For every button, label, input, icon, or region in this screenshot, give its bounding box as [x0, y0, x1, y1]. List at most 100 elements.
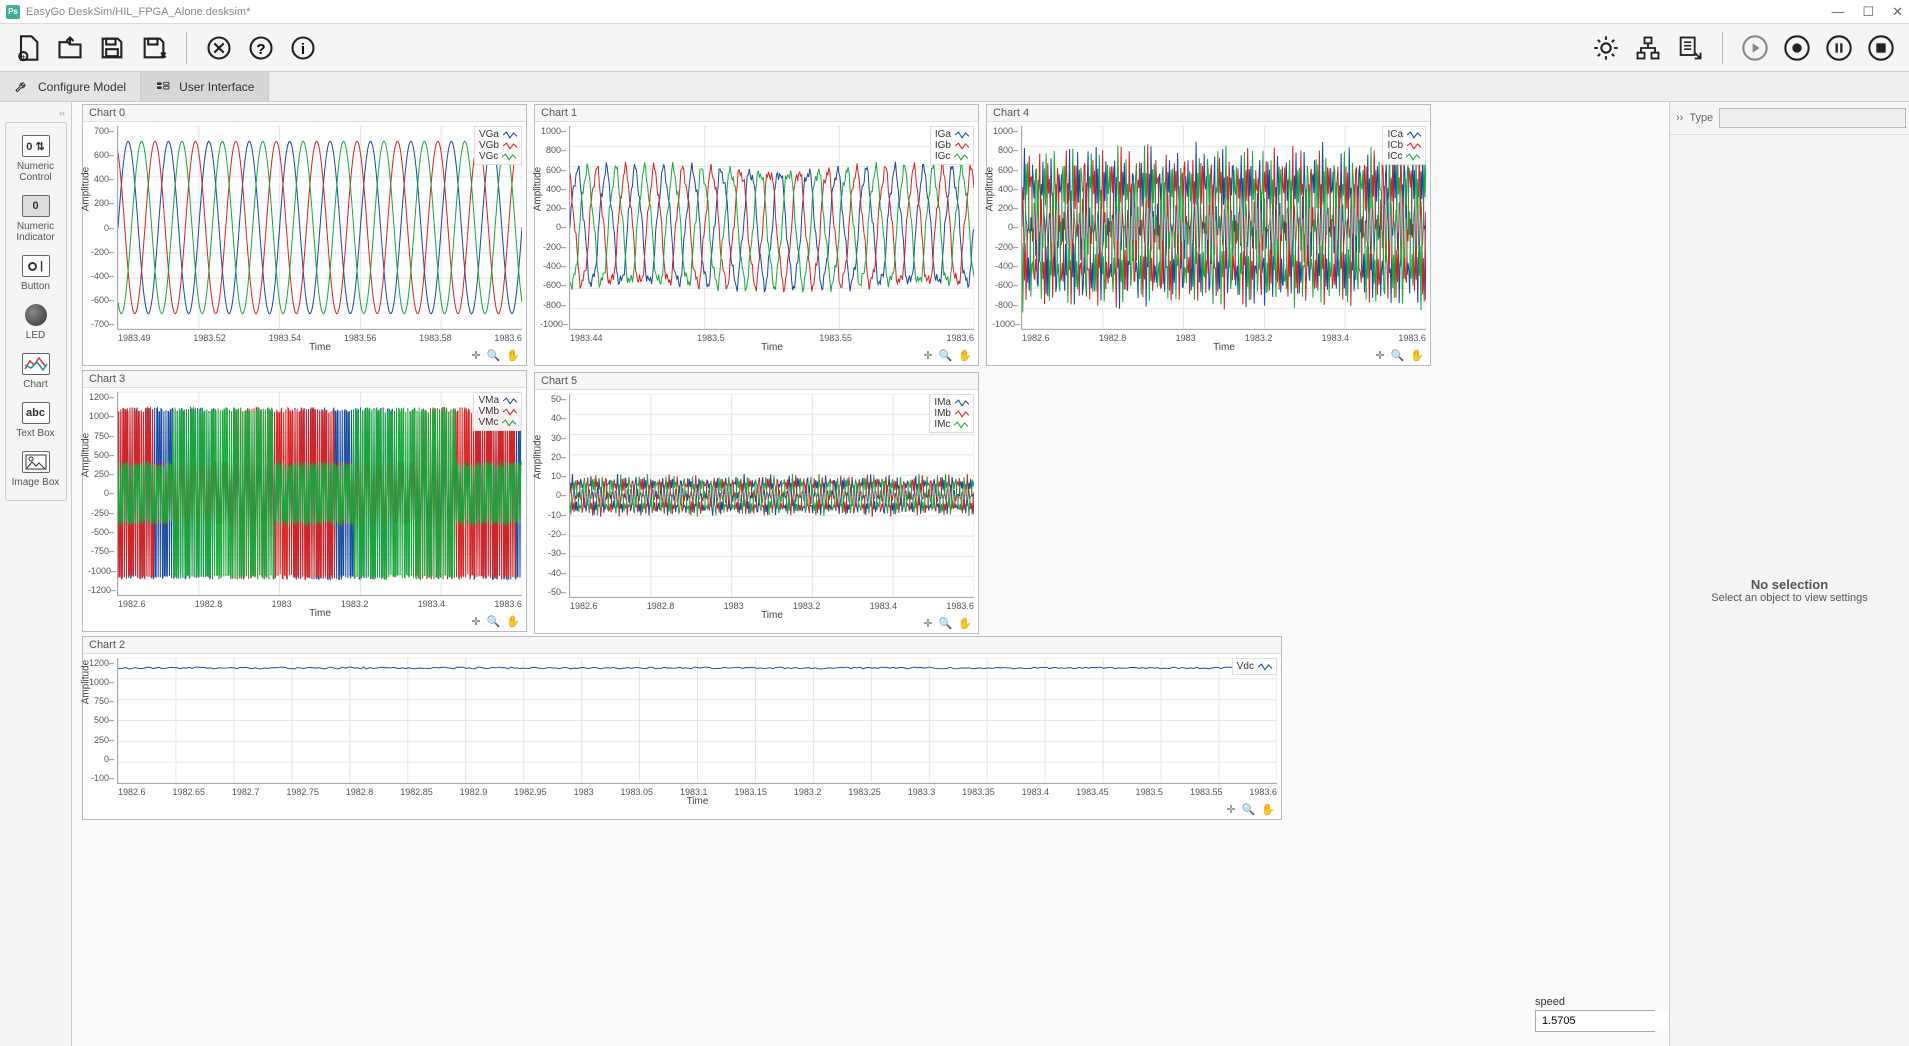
- y-axis-ticks: 700–600–400–200–0–-200–-400–-600–-700–: [88, 126, 114, 329]
- run-button[interactable]: [1737, 30, 1773, 66]
- chart-zoom-icon[interactable]: 🔍: [1391, 349, 1405, 362]
- svg-text:+: +: [21, 52, 26, 61]
- chart-legend: ICaICbICc: [1382, 126, 1426, 165]
- x-axis-label: Time: [309, 608, 331, 619]
- palette-button[interactable]: | Button: [10, 249, 62, 298]
- chart-pan-icon[interactable]: ✋: [958, 617, 972, 630]
- close-icon[interactable]: ✕: [1892, 4, 1903, 20]
- speed-spinner[interactable]: ▲▼: [1535, 1010, 1655, 1032]
- palette-image-box[interactable]: Image Box: [10, 445, 62, 494]
- maximize-icon[interactable]: ☐: [1862, 4, 1874, 20]
- y-axis-label: Amplitude: [81, 432, 92, 476]
- svg-text:i: i: [301, 40, 305, 57]
- tab-label: Configure Model: [38, 80, 126, 94]
- chart-zoom-icon[interactable]: 🔍: [939, 349, 953, 362]
- tab-user-interface[interactable]: User Interface: [141, 72, 269, 101]
- help-button[interactable]: ?: [243, 30, 279, 66]
- save-as-button[interactable]: [136, 30, 172, 66]
- palette-label: LED: [26, 330, 45, 341]
- chart-widget[interactable]: Chart 2 Vdc 1200–1000–750–500–250–0–-100…: [82, 636, 1282, 820]
- no-selection-sub: Select an object to view settings: [1711, 592, 1868, 604]
- chart-title: Chart 3: [83, 371, 526, 388]
- chart-widget[interactable]: Chart 0 VGaVGbVGc 700–600–400–200–0–-200…: [82, 104, 527, 366]
- y-axis-label: Amplitude: [533, 434, 544, 478]
- tools-button[interactable]: [201, 30, 237, 66]
- chart-legend: VMaVMbVMc: [473, 392, 522, 431]
- new-file-button[interactable]: +: [10, 30, 46, 66]
- palette-led[interactable]: LED: [10, 298, 62, 347]
- chart-pan-icon[interactable]: ✋: [506, 349, 520, 362]
- network-button[interactable]: [1630, 30, 1666, 66]
- chart-pan-icon[interactable]: ✋: [1261, 803, 1275, 816]
- record-button[interactable]: [1779, 30, 1815, 66]
- pause-button[interactable]: [1821, 30, 1857, 66]
- palette-numeric-control[interactable]: 0 ⇅ Numeric Control: [10, 129, 62, 189]
- chart-cursor-icon[interactable]: ✛: [923, 349, 932, 362]
- chart-cursor-icon[interactable]: ✛: [471, 349, 480, 362]
- palette-label: Numeric Indicator: [10, 221, 62, 243]
- tab-bar: Configure Model User Interface: [0, 72, 1909, 102]
- chart-cursor-icon[interactable]: ✛: [1226, 803, 1235, 816]
- plot-area[interactable]: 1200–1000–750–500–250–0–-250–-500–-750–-…: [117, 392, 522, 596]
- chart-pan-icon[interactable]: ✋: [958, 349, 972, 362]
- y-axis-label: Amplitude: [985, 166, 996, 210]
- widget-palette: ‹‹ 0 ⇅ Numeric Control 0 Numeric Indicat…: [0, 102, 72, 1046]
- svg-text:?: ?: [256, 40, 265, 57]
- main-toolbar: + ? i: [0, 24, 1909, 72]
- palette-text-box[interactable]: abc Text Box: [10, 396, 62, 445]
- plot-area[interactable]: 50–40–30–20–10–0–-10–-20–-30–-40–-50– 19…: [569, 394, 974, 598]
- collapse-icon[interactable]: ››: [1676, 112, 1683, 124]
- chart-widget[interactable]: Chart 5 IMaIMbIMc 50–40–30–20–10–0–-10–-…: [534, 372, 979, 634]
- design-canvas[interactable]: speed ▲▼ Chart 0 VGaVGbVGc 700–600–400–2…: [72, 102, 1669, 1046]
- palette-label: Button: [21, 281, 50, 292]
- plot-area[interactable]: 1000–800–600–400–200–0–-200–-400–-600–-8…: [569, 126, 974, 330]
- stop-button[interactable]: [1863, 30, 1899, 66]
- ui-icon: [155, 79, 171, 95]
- palette-chart[interactable]: Chart: [10, 347, 62, 396]
- info-button[interactable]: i: [285, 30, 321, 66]
- type-field[interactable]: [1719, 108, 1906, 128]
- chart-pan-icon[interactable]: ✋: [1410, 349, 1424, 362]
- chart-zoom-icon[interactable]: 🔍: [487, 615, 501, 628]
- save-button[interactable]: [94, 30, 130, 66]
- open-file-button[interactable]: [52, 30, 88, 66]
- chart-legend: Vdc: [1232, 658, 1277, 675]
- chart-cursor-icon[interactable]: ✛: [471, 615, 480, 628]
- y-axis-ticks: 1000–800–600–400–200–0–-200–-400–-600–-8…: [992, 126, 1018, 329]
- plot-area[interactable]: 700–600–400–200–0–-200–-400–-600–-700– 1…: [117, 126, 522, 330]
- minimize-icon[interactable]: —: [1831, 4, 1844, 20]
- tab-label: User Interface: [179, 80, 254, 94]
- chart-title: Chart 5: [535, 373, 978, 390]
- chart-cursor-icon[interactable]: ✛: [923, 617, 932, 630]
- x-axis-label: Time: [761, 610, 783, 621]
- chart-legend: VGaVGbVGc: [474, 126, 522, 165]
- chart-zoom-icon[interactable]: 🔍: [939, 617, 953, 630]
- settings-button[interactable]: [1588, 30, 1624, 66]
- palette-label: Image Box: [12, 477, 60, 488]
- y-axis-ticks: 1000–800–600–400–200–0–-200–-400–-600–-8…: [540, 126, 566, 329]
- plot-area[interactable]: 1000–800–600–400–200–0–-200–-400–-600–-8…: [1021, 126, 1426, 330]
- export-button[interactable]: [1672, 30, 1708, 66]
- palette-label: Chart: [23, 379, 47, 390]
- titlebar: Ps EasyGo DeskSim/HIL_FPGA_Alone.desksim…: [0, 0, 1909, 24]
- type-label: Type: [1689, 112, 1713, 124]
- tab-configure-model[interactable]: Configure Model: [0, 72, 141, 101]
- chart-widget[interactable]: Chart 1 IGaIGbIGc 1000–800–600–400–200–0…: [534, 104, 979, 366]
- chart-widget[interactable]: Chart 4 ICaICbICc 1000–800–600–400–200–0…: [986, 104, 1431, 366]
- speed-input[interactable]: [1536, 1011, 1669, 1031]
- y-axis-label: Amplitude: [533, 166, 544, 210]
- y-axis-label: Amplitude: [81, 166, 92, 210]
- chart-zoom-icon[interactable]: 🔍: [1242, 803, 1256, 816]
- chart-legend: IMaIMbIMc: [929, 394, 974, 433]
- chart-widget[interactable]: Chart 3 VMaVMbVMc 1200–1000–750–500–250–…: [82, 370, 527, 632]
- palette-numeric-indicator[interactable]: 0 Numeric Indicator: [10, 189, 62, 249]
- chart-title: Chart 0: [83, 105, 526, 122]
- speed-label: speed: [1535, 996, 1655, 1008]
- plot-area[interactable]: 1200–1000–750–500–250–0–-100– 1982.61982…: [117, 658, 1277, 784]
- chart-pan-icon[interactable]: ✋: [506, 615, 520, 628]
- x-axis-label: Time: [1213, 342, 1235, 353]
- chart-zoom-icon[interactable]: 🔍: [487, 349, 501, 362]
- chart-title: Chart 1: [535, 105, 978, 122]
- palette-collapse-icon[interactable]: ‹‹: [0, 108, 71, 118]
- chart-cursor-icon[interactable]: ✛: [1375, 349, 1384, 362]
